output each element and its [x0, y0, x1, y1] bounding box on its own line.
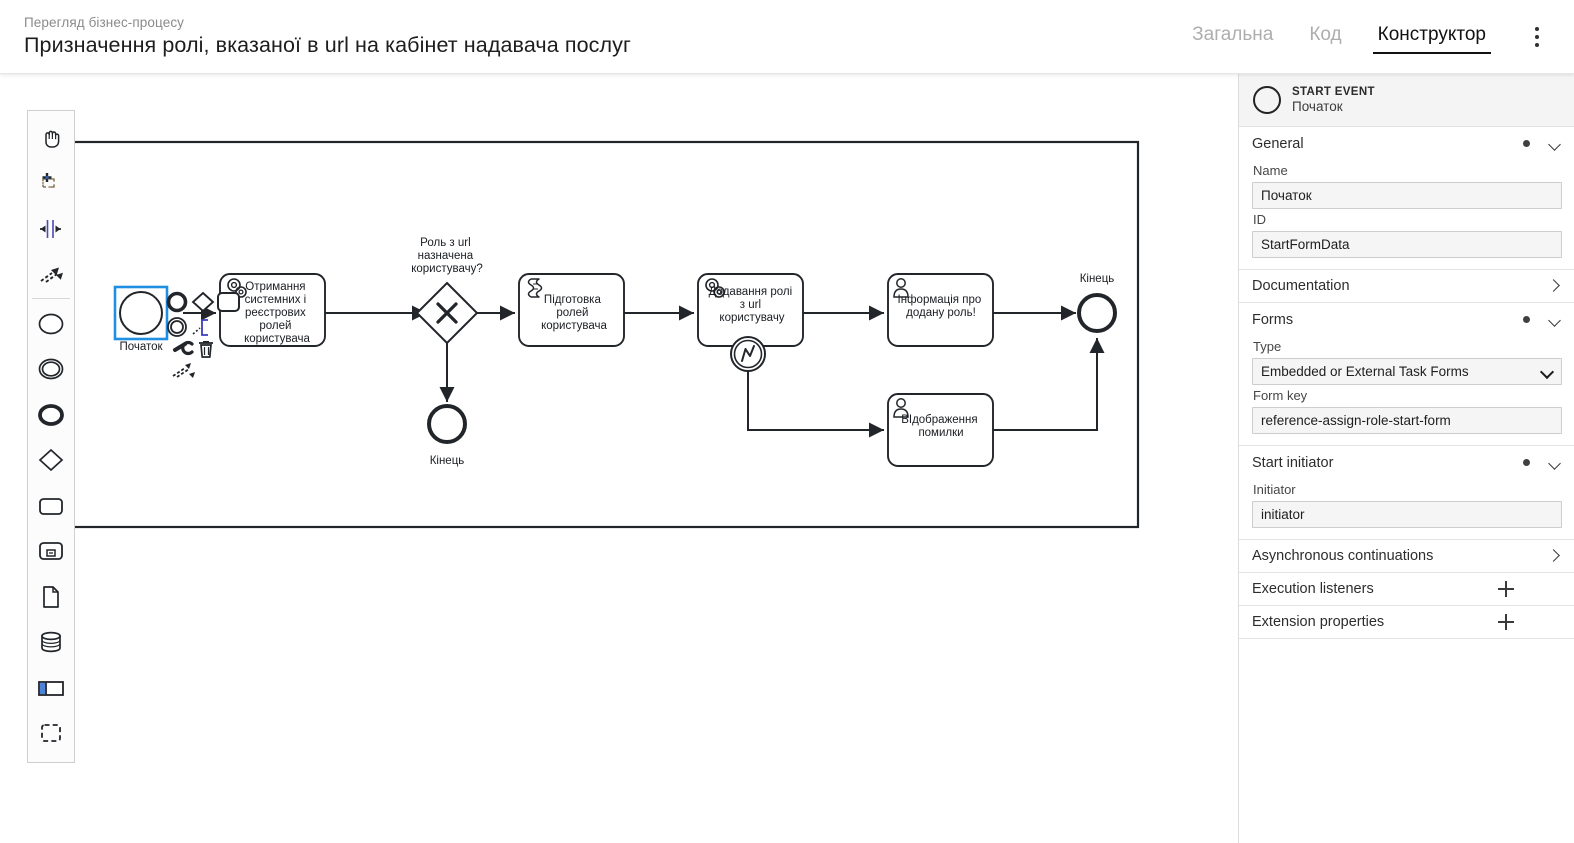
- context-pad-append-intermediate-event-icon: [167, 317, 187, 337]
- kebab-menu-icon[interactable]: [1520, 17, 1554, 57]
- props-group-general-label: General: [1252, 135, 1304, 152]
- initiator-field-label: Initiator: [1253, 482, 1296, 497]
- gateway-label: Роль з url назначена користувачу?: [411, 237, 483, 275]
- palette-task-icon[interactable]: [28, 483, 74, 529]
- props-group-extension-properties-label: Extension properties: [1252, 614, 1385, 630]
- end-event-right-label: Кінець: [1080, 273, 1115, 285]
- task-get-roles-label: Отримання системних і реєстрових ролей к…: [244, 281, 310, 345]
- props-group-forms-label: Forms: [1252, 311, 1294, 328]
- status-dot: [1523, 316, 1530, 323]
- palette-gateway-icon[interactable]: [28, 438, 74, 484]
- properties-header: START EVENT Початок: [1239, 74, 1574, 127]
- palette-connect-arrow-icon[interactable]: [28, 252, 74, 298]
- context-pad-append-task-icon: [217, 292, 240, 312]
- element-type-label: START EVENT: [1292, 86, 1375, 98]
- props-group-forms-body: Type Form key: [1239, 339, 1574, 445]
- props-group-execution-listeners-header[interactable]: Execution listeners: [1239, 573, 1574, 605]
- plus-icon[interactable]: [1498, 614, 1514, 630]
- properties-panel: START EVENT Початок General Name ID Docu…: [1238, 74, 1574, 843]
- props-group-start-initiator-header[interactable]: Start initiator: [1239, 446, 1574, 479]
- props-group-documentation: Documentation: [1239, 270, 1574, 303]
- page-title: Призначення ролі, вказаної в url на кабі…: [24, 33, 631, 57]
- bpmn-canvas[interactable]: Призначення ролі, вказаної в url на кабі…: [0, 74, 1238, 843]
- start-event-label: Початок: [119, 341, 163, 353]
- props-group-start-initiator: Start initiator Initiator: [1239, 446, 1574, 540]
- chevron-down-icon: [1548, 137, 1562, 151]
- app-header: Перегляд бізнес-процесу Призначення ролі…: [0, 0, 1574, 74]
- app-root: Перегляд бізнес-процесу Призначення ролі…: [0, 0, 1574, 843]
- start-event-icon: [1253, 86, 1281, 114]
- breadcrumb: Перегляд бізнес-процесу: [24, 15, 185, 30]
- chevron-right-icon: [1548, 279, 1562, 293]
- id-field-label: ID: [1253, 212, 1266, 227]
- tab-konstruktor[interactable]: Конструктор: [1360, 20, 1504, 54]
- props-group-forms-header[interactable]: Forms: [1239, 303, 1574, 336]
- context-pad-append-end-event-icon: [166, 291, 188, 313]
- palette-data-object-icon[interactable]: [28, 574, 74, 620]
- props-group-async-continuations-header[interactable]: Asynchronous continuations: [1239, 540, 1574, 572]
- end-event-right: [1077, 293, 1117, 333]
- end-event-bottom: [427, 404, 467, 444]
- props-group-extension-properties-header[interactable]: Extension properties: [1239, 606, 1574, 638]
- name-input[interactable]: [1252, 182, 1562, 209]
- status-dot: [1523, 140, 1530, 147]
- props-group-start-initiator-body: Initiator: [1239, 482, 1574, 539]
- type-select[interactable]: [1252, 358, 1562, 385]
- palette-space-tool-icon[interactable]: [28, 206, 74, 252]
- props-group-general-body: Name ID: [1239, 163, 1574, 269]
- chevron-down-icon: [1548, 456, 1562, 470]
- form-key-input[interactable]: [1252, 407, 1562, 434]
- props-group-start-initiator-label: Start initiator: [1252, 454, 1334, 471]
- plus-icon[interactable]: [1498, 581, 1514, 597]
- props-group-async-continuations-label: Asynchronous continuations: [1252, 548, 1434, 564]
- props-group-forms: Forms Type Form key: [1239, 303, 1574, 446]
- end-event-bottom-label: Кінець: [430, 455, 465, 467]
- props-group-documentation-header[interactable]: Documentation: [1239, 270, 1574, 302]
- props-group-async-continuations: Asynchronous continuations: [1239, 540, 1574, 573]
- task-info-label: Інформація про додану роль!: [898, 294, 985, 319]
- element-name-label: Початок: [1292, 99, 1343, 114]
- palette-hand-icon[interactable]: [28, 115, 74, 161]
- initiator-input[interactable]: [1252, 501, 1562, 528]
- palette-data-store-icon[interactable]: [28, 620, 74, 666]
- status-dot: [1523, 459, 1530, 466]
- header-title-block: Перегляд бізнес-процесу Призначення ролі…: [24, 15, 631, 58]
- palette-intermediate-event-icon[interactable]: [28, 347, 74, 393]
- error-boundary-event: [730, 336, 766, 372]
- props-group-documentation-label: Documentation: [1252, 278, 1350, 294]
- palette-group-icon[interactable]: [28, 711, 74, 757]
- bpmn-palette: [27, 110, 75, 763]
- palette-separator: [32, 298, 70, 299]
- props-group-general-header[interactable]: General: [1239, 127, 1574, 160]
- type-field-label: Type: [1253, 339, 1282, 354]
- name-field-label: Name: [1253, 163, 1288, 178]
- chevron-down-icon: [1548, 313, 1562, 327]
- tab-zagalna[interactable]: Загальна: [1174, 20, 1291, 53]
- palette-subprocess-icon[interactable]: [28, 529, 74, 575]
- palette-end-event-icon[interactable]: [28, 392, 74, 438]
- props-group-execution-listeners: Execution listeners: [1239, 573, 1574, 606]
- type-select-wrapper: [1252, 358, 1562, 385]
- palette-lasso-icon[interactable]: [28, 161, 74, 207]
- form-key-field-label: Form key: [1253, 388, 1308, 403]
- props-group-extension-properties: Extension properties: [1239, 606, 1574, 639]
- props-group-execution-listeners-label: Execution listeners: [1252, 581, 1374, 597]
- id-input[interactable]: [1252, 231, 1562, 258]
- header-tabs: Загальна Код Конструктор: [1174, 17, 1554, 57]
- tab-kod[interactable]: Код: [1291, 20, 1359, 53]
- props-group-general: General Name ID: [1239, 127, 1574, 270]
- palette-start-event-icon[interactable]: [28, 301, 74, 347]
- chevron-right-icon: [1548, 549, 1562, 563]
- palette-participant-icon[interactable]: [28, 665, 74, 711]
